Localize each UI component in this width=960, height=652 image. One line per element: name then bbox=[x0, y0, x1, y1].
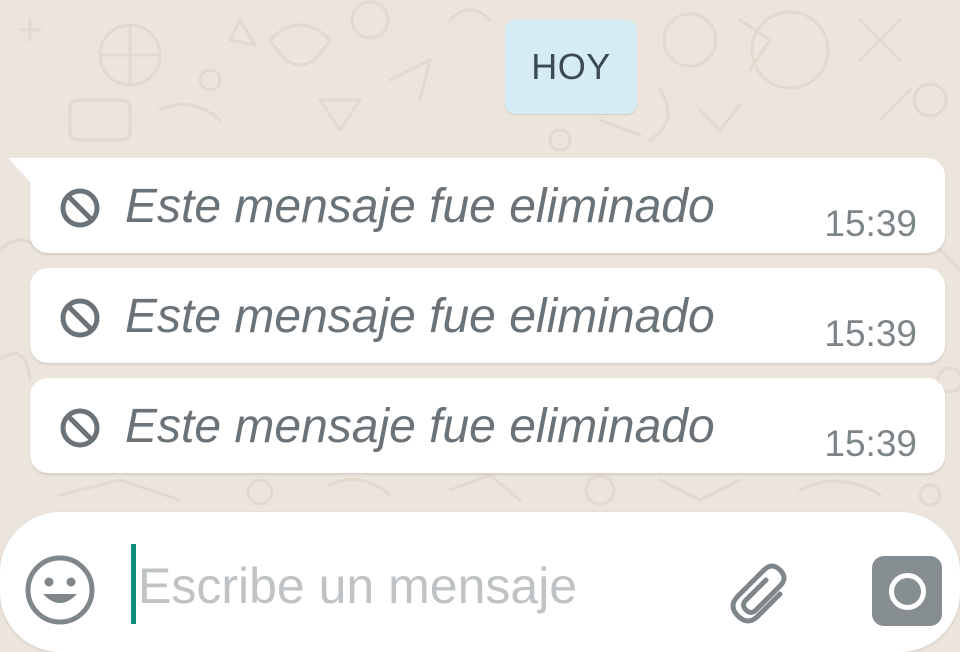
date-divider-label: HOY bbox=[531, 46, 611, 87]
deleted-message-text: Este mensaje fue eliminado bbox=[125, 180, 715, 233]
camera-lens bbox=[889, 573, 926, 610]
deleted-message-text: Este mensaje fue eliminado bbox=[125, 290, 715, 343]
bubble-tail bbox=[8, 158, 32, 184]
prohibited-icon bbox=[60, 188, 100, 228]
smiley-icon[interactable] bbox=[22, 552, 98, 628]
message-input[interactable] bbox=[138, 556, 698, 616]
message-timestamp: 15:39 bbox=[824, 203, 917, 244]
message-timestamp: 15:39 bbox=[824, 313, 917, 354]
date-divider-chip: HOY bbox=[505, 20, 637, 114]
prohibited-icon bbox=[60, 408, 100, 448]
message-timestamp: 15:39 bbox=[824, 423, 917, 464]
message-bubble[interactable]: Este mensaje fue eliminado 15:39 bbox=[30, 268, 945, 363]
text-cursor bbox=[131, 544, 136, 624]
deleted-message-text: Este mensaje fue eliminado bbox=[125, 400, 715, 453]
message-composer bbox=[0, 512, 960, 652]
message-bubble[interactable]: Este mensaje fue eliminado 15:39 bbox=[8, 158, 945, 253]
paperclip-icon[interactable] bbox=[722, 556, 802, 636]
message-bubble[interactable]: Este mensaje fue eliminado 15:39 bbox=[30, 378, 945, 473]
prohibited-icon bbox=[60, 298, 100, 338]
camera-icon[interactable] bbox=[872, 556, 942, 626]
